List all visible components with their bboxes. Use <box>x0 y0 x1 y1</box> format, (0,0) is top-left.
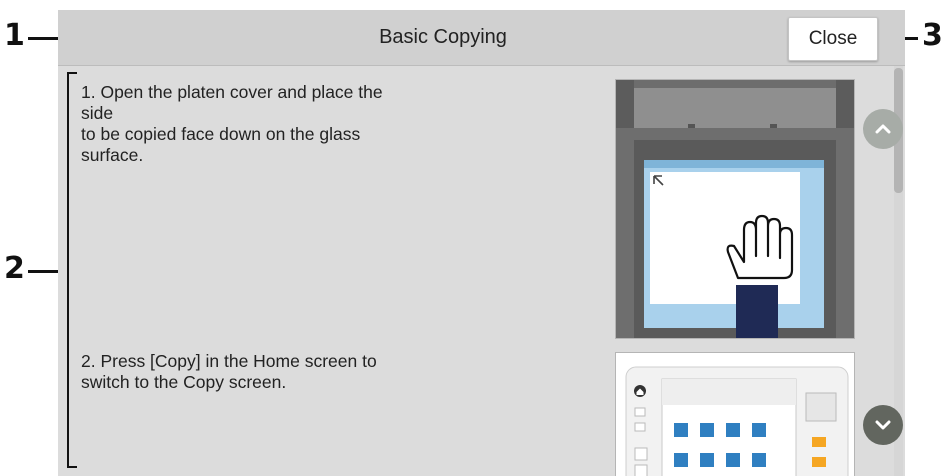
page-title: Basic Copying <box>379 26 507 48</box>
platen-illustration <box>615 79 855 339</box>
callout-2-bracket <box>67 72 77 468</box>
help-content: 1. Open the platen cover and place the s… <box>58 66 905 476</box>
chevron-up-icon <box>875 124 891 134</box>
callout-2: 2 <box>4 251 25 286</box>
callout-3-leader <box>904 37 918 40</box>
callout-1: 1 <box>4 18 25 53</box>
callout-3: 3 <box>922 18 943 53</box>
step-1-text: 1. Open the platen cover and place the s… <box>81 82 383 165</box>
scroll-up-button[interactable] <box>863 109 903 149</box>
help-screen: Basic Copying Close 1. Open the platen c… <box>58 10 905 476</box>
close-button[interactable]: Close <box>788 17 878 61</box>
step-2-text: 2. Press [Copy] in the Home screen to sw… <box>81 351 377 392</box>
scroll-down-button[interactable] <box>863 405 903 445</box>
chevron-down-icon <box>875 420 891 430</box>
title-bar: Basic Copying Close <box>58 10 905 66</box>
home-screen-illustration <box>615 352 855 476</box>
